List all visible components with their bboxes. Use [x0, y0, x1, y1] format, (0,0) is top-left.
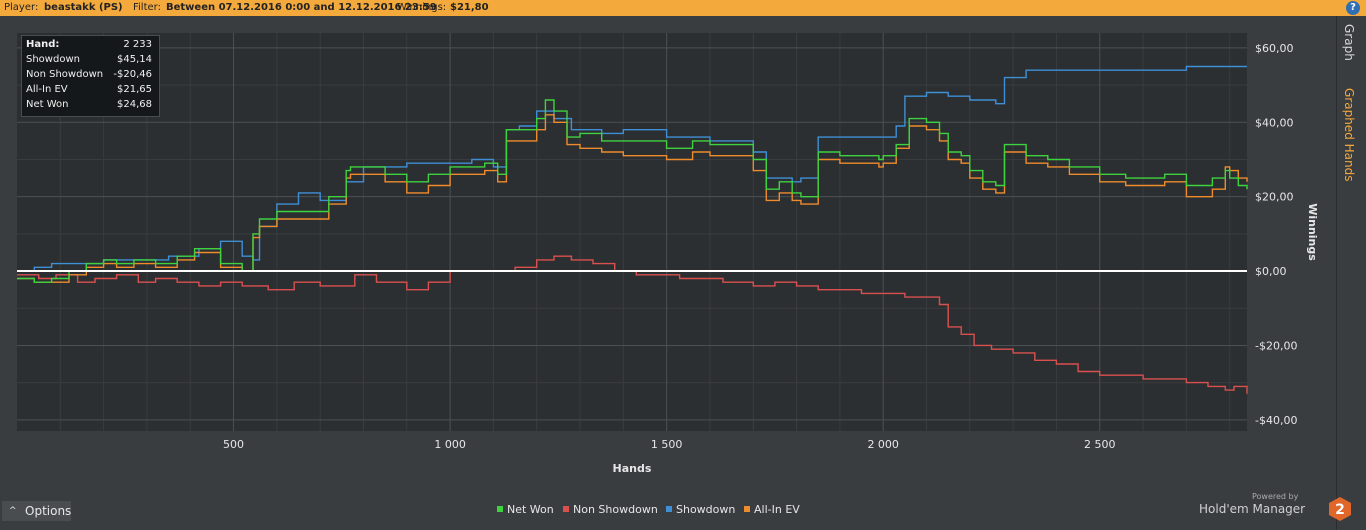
stat-label: Non Showdown [26, 69, 104, 80]
stat-allin-ev: All-In EV $21,65 [26, 84, 154, 99]
legend-non-showdown[interactable]: Non Showdown [563, 503, 658, 516]
legend-swatch [563, 506, 569, 512]
stat-label: All-In EV [26, 84, 68, 95]
series-line-non-showdown [17, 255, 1248, 394]
legend-swatch [666, 506, 672, 512]
stat-value: $24,68 [117, 99, 152, 110]
y-tick-label: -$40,00 [1255, 414, 1297, 427]
stats-box: Hand: 2 233 Showdown $45,14 Non Showdown… [21, 35, 160, 117]
stat-value: 2 233 [123, 39, 152, 50]
stat-value: $45,14 [117, 54, 152, 65]
y-tick-label: -$20,00 [1255, 339, 1297, 352]
tab-graphed-hands[interactable]: Graphed Hands [1342, 88, 1356, 181]
legend-label: All-In EV [754, 503, 800, 516]
x-tick-label: 500 [223, 438, 244, 451]
legend-swatch [744, 506, 750, 512]
stat-non-showdown: Non Showdown -$20,46 [26, 69, 154, 84]
tab-graph[interactable]: Graph [1342, 24, 1356, 61]
legend-net-won[interactable]: Net Won [497, 503, 554, 516]
options-label: Options [25, 504, 72, 518]
options-button[interactable]: ^ Options [2, 501, 71, 521]
y-tick-label: $20,00 [1255, 191, 1294, 204]
stat-net-won: Net Won $24,68 [26, 99, 154, 114]
x-tick-label: 2 500 [1084, 438, 1116, 451]
x-tick-label: 1 500 [651, 438, 683, 451]
winnings-chart: 500 1 000 1 500 2 000 2 500 $60,00 $40,00 $20,0… [17, 33, 1319, 475]
x-tick-label: 2 000 [867, 438, 899, 451]
powered-by: Powered by [1252, 492, 1299, 501]
y-tick-label: $40,00 [1255, 116, 1294, 129]
x-axis-title: Hands [613, 462, 652, 475]
side-tabs: Graph Graphed Hands [1336, 16, 1366, 530]
stat-value: -$20,46 [113, 69, 152, 80]
legend-label: Showdown [676, 503, 736, 516]
stat-label: Net Won [26, 99, 69, 110]
stat-showdown: Showdown $45,14 [26, 54, 154, 69]
help-icon[interactable]: ? [1346, 1, 1360, 15]
y-tick-label: $0,00 [1255, 265, 1287, 278]
legend-showdown[interactable]: Showdown [666, 503, 735, 516]
x-tick-label: 1 000 [434, 438, 466, 451]
chevron-up-icon: ^ [9, 506, 17, 516]
series-line-showdown [17, 65, 1247, 272]
legend-label: Non Showdown [573, 503, 658, 516]
hem2-logo-icon: 2 [1329, 497, 1351, 521]
series-line-all-in-ev [17, 114, 1248, 283]
brand-name: Hold'em Manager [1199, 502, 1306, 516]
series-line-net-won [17, 99, 1248, 283]
legend-swatch [497, 506, 503, 512]
legend-label: Net Won [507, 503, 554, 516]
legend-allin-ev[interactable]: All-In EV [744, 503, 800, 516]
stat-label: Showdown [26, 54, 80, 65]
stat-hands: Hand: 2 233 [26, 39, 154, 54]
stat-label: Hand: [26, 39, 60, 50]
logo-badge-text: 2 [1335, 502, 1345, 518]
stat-value: $21,65 [117, 84, 152, 95]
y-axis-title: Winnings [1306, 203, 1319, 261]
y-tick-label: $60,00 [1255, 42, 1294, 55]
